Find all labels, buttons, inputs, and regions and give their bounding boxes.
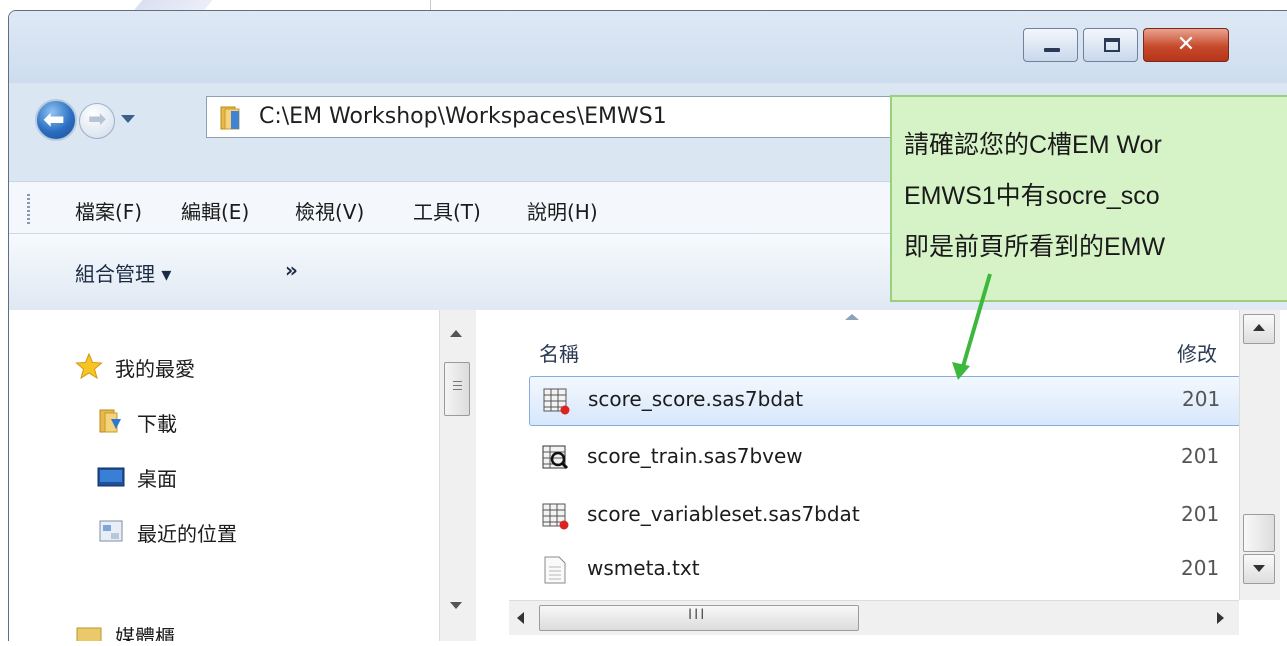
file-date: 201 bbox=[1182, 387, 1221, 411]
file-name: score_variableset.sas7bdat bbox=[587, 502, 860, 526]
menu-file[interactable]: 檔案(F) bbox=[75, 196, 142, 225]
file-list-horizontal-scrollbar[interactable]: III bbox=[509, 600, 1239, 635]
sas-view-icon bbox=[542, 445, 569, 470]
scroll-down-icon[interactable] bbox=[450, 602, 462, 609]
file-name: score_train.sas7bvew bbox=[587, 444, 803, 468]
file-row[interactable]: score_train.sas7bvew 201 bbox=[529, 434, 1241, 484]
nav-item-label: 媒體櫃 bbox=[115, 625, 175, 641]
sort-ascending-icon bbox=[845, 314, 859, 320]
recent-pages-dropdown[interactable] bbox=[121, 115, 135, 123]
file-row[interactable]: wsmeta.txt 201 bbox=[529, 546, 1241, 596]
close-icon: ✕ bbox=[1176, 32, 1196, 57]
scroll-down-button[interactable] bbox=[1243, 554, 1275, 584]
minimize-icon bbox=[1044, 48, 1060, 52]
file-date: 201 bbox=[1181, 556, 1220, 580]
scroll-thumb[interactable]: III bbox=[539, 605, 859, 631]
nav-item-label: 我的最愛 bbox=[115, 357, 195, 381]
navigation-pane: 我的最愛 下載 桌面 最近的位置 媒體櫃 bbox=[9, 310, 478, 641]
desktop-icon bbox=[97, 467, 125, 487]
scroll-up-icon[interactable] bbox=[450, 330, 462, 337]
sas-dataset-icon bbox=[542, 503, 569, 530]
back-button[interactable]: ⬅ bbox=[35, 99, 77, 141]
close-button[interactable]: ✕ bbox=[1143, 28, 1229, 62]
recent-places-icon bbox=[99, 520, 123, 542]
scroll-thumb[interactable] bbox=[444, 362, 470, 416]
menu-tools[interactable]: 工具(T) bbox=[413, 196, 481, 225]
scroll-thumb[interactable] bbox=[1243, 514, 1275, 552]
library-icon bbox=[76, 627, 102, 641]
folder-icon bbox=[220, 106, 240, 130]
column-header-modified[interactable]: 修改 bbox=[1177, 338, 1217, 367]
file-name: score_score.sas7bdat bbox=[588, 387, 804, 411]
downloads-folder-icon bbox=[99, 409, 121, 433]
star-icon bbox=[75, 352, 103, 380]
address-path: C:\EM Workshop\Workspaces\EMWS1 bbox=[259, 104, 667, 129]
address-bar[interactable]: C:\EM Workshop\Workspaces\EMWS1 bbox=[206, 96, 944, 138]
callout-line: 即是前頁所看到的EMW bbox=[904, 233, 1166, 261]
more-commands-button[interactable]: » bbox=[285, 258, 298, 282]
forward-arrow-icon: ➡ bbox=[88, 107, 107, 132]
column-header-name[interactable]: 名稱 bbox=[539, 338, 579, 367]
file-row[interactable]: score_variableset.sas7bdat 201 bbox=[529, 492, 1241, 542]
callout-arrow-icon bbox=[952, 273, 992, 380]
scroll-left-icon[interactable] bbox=[517, 612, 524, 624]
title-bar: ✕ bbox=[9, 11, 1287, 83]
menu-help[interactable]: 說明(H) bbox=[527, 196, 598, 225]
minimize-button[interactable] bbox=[1023, 28, 1078, 62]
back-arrow-icon: ⬅ bbox=[43, 105, 65, 135]
file-list-vertical-scrollbar[interactable] bbox=[1239, 310, 1280, 600]
menu-edit[interactable]: 編輯(E) bbox=[181, 196, 249, 225]
scroll-right-icon[interactable] bbox=[1217, 612, 1224, 624]
text-file-icon bbox=[544, 556, 566, 584]
organize-button[interactable]: 組合管理 ▾ bbox=[75, 258, 171, 287]
sas-dataset-icon bbox=[543, 388, 570, 415]
menu-view[interactable]: 檢視(V) bbox=[295, 196, 364, 225]
nav-item-label: 桌面 bbox=[137, 467, 177, 491]
nav-item-label: 下載 bbox=[137, 412, 177, 436]
menu-grip bbox=[27, 194, 30, 226]
thumb-grip: III bbox=[688, 607, 707, 623]
nav-pane-scrollbar[interactable] bbox=[439, 310, 476, 641]
forward-button[interactable]: ➡ bbox=[79, 103, 115, 139]
file-date: 201 bbox=[1181, 502, 1220, 526]
file-date: 201 bbox=[1181, 444, 1220, 468]
maximize-button[interactable] bbox=[1083, 28, 1138, 62]
nav-item-label: 最近的位置 bbox=[137, 522, 237, 546]
file-list-pane: 名稱 修改 score_score.sas7bdat 201 score_tra… bbox=[477, 310, 1287, 641]
callout-line: 請確認您的C槽EM Wor bbox=[904, 131, 1162, 159]
scroll-up-button[interactable] bbox=[1243, 314, 1275, 344]
file-name: wsmeta.txt bbox=[587, 556, 700, 580]
maximize-icon bbox=[1104, 38, 1120, 52]
file-row[interactable]: score_score.sas7bdat 201 bbox=[529, 376, 1241, 426]
callout-line: EMWS1中有socre_sco bbox=[904, 182, 1160, 210]
